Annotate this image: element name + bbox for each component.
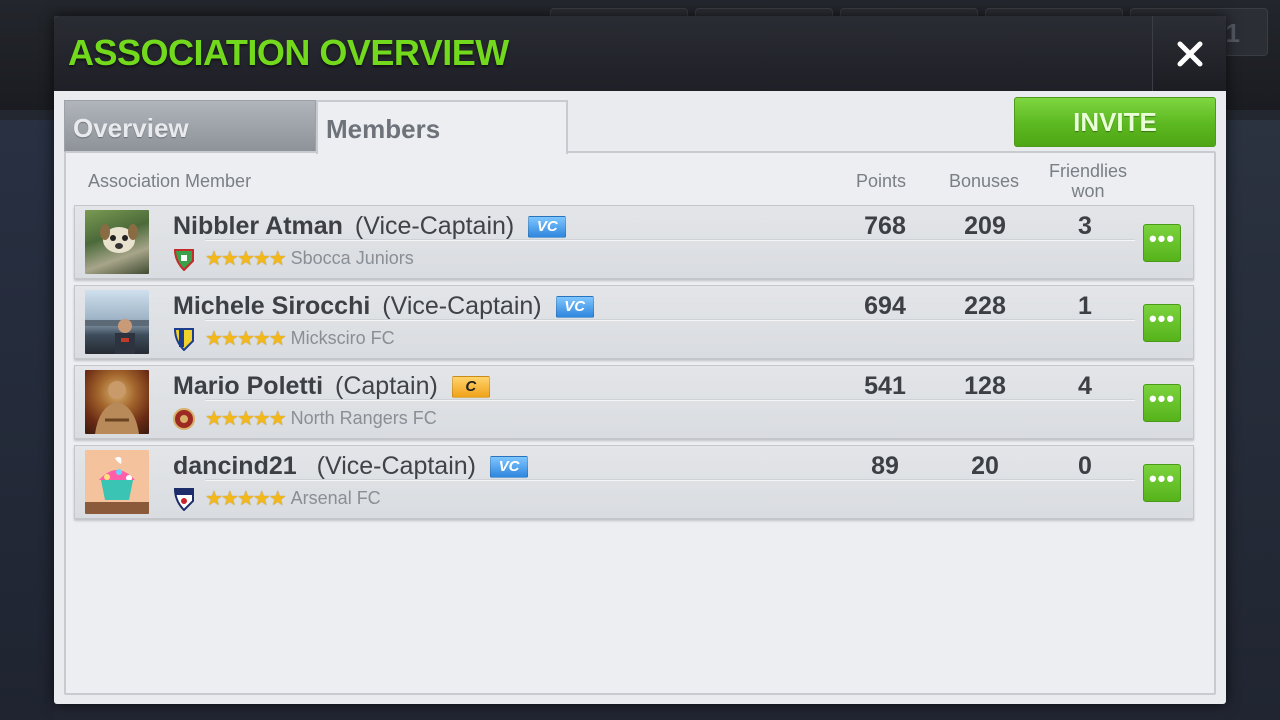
column-header-friendlies-line2: won bbox=[1071, 181, 1105, 201]
column-header-member: Association Member bbox=[88, 171, 252, 191]
friendlies-value: 1 bbox=[1078, 292, 1092, 320]
bonuses-value: 20 bbox=[971, 452, 999, 480]
member-row[interactable]: Michele Sirocchi (Vice-Captain) VC ★★★★★… bbox=[74, 285, 1194, 359]
club-name: Sbocca Juniors bbox=[290, 248, 414, 268]
invite-button[interactable]: INVITE bbox=[1014, 97, 1216, 147]
background-counter: 1 bbox=[1225, 18, 1240, 48]
close-button[interactable] bbox=[1152, 16, 1226, 91]
star-rating-icon: ★★★★★ bbox=[205, 408, 287, 430]
avatar[interactable] bbox=[85, 210, 149, 274]
bonuses-value: 228 bbox=[964, 292, 1006, 320]
points-value: 768 bbox=[864, 212, 906, 240]
member-role: (Captain) bbox=[335, 372, 438, 400]
star-rating-icon: ★★★★★ bbox=[205, 488, 287, 510]
modal-header: ASSOCIATION OVERVIEW bbox=[54, 16, 1226, 91]
more-options-button[interactable]: ••• bbox=[1143, 224, 1181, 262]
tab-overview[interactable]: Overview bbox=[64, 100, 316, 152]
club-crest-icon bbox=[173, 327, 194, 351]
points-value: 89 bbox=[871, 452, 899, 480]
star-rating-icon: ★★★★★ bbox=[205, 328, 287, 350]
modal-title: ASSOCIATION OVERVIEW bbox=[68, 32, 509, 73]
more-options-button[interactable]: ••• bbox=[1143, 304, 1181, 342]
member-name[interactable]: Michele Sirocchi bbox=[173, 292, 370, 321]
avatar[interactable] bbox=[85, 290, 149, 354]
more-options-button[interactable]: ••• bbox=[1143, 384, 1181, 422]
club-name: Micksciro FC bbox=[290, 328, 395, 348]
members-panel: Association Member Points Bonuses Friend… bbox=[64, 151, 1216, 695]
member-row[interactable]: dancind21 (Vice-Captain) VC ★★★★★ Arsena… bbox=[74, 445, 1194, 519]
association-overview-modal: ASSOCIATION OVERVIEW Overview Members IN… bbox=[54, 16, 1226, 704]
friendlies-value: 0 bbox=[1078, 452, 1092, 480]
member-role: (Vice-Captain) bbox=[354, 212, 515, 240]
member-name[interactable]: Mario Poletti bbox=[173, 372, 323, 401]
member-row[interactable]: Mario Poletti (Captain) C ★★★★★ North Ra… bbox=[74, 365, 1194, 439]
member-row[interactable]: Nibbler Atman (Vice-Captain) VC ★★★★★ Sb… bbox=[74, 205, 1194, 279]
member-role: (Vice-Captain) bbox=[316, 452, 476, 480]
column-header-friendlies: Friendlies won bbox=[1038, 161, 1138, 201]
avatar[interactable] bbox=[85, 450, 149, 514]
tab-bar: Overview Members bbox=[64, 100, 569, 154]
club-crest-icon bbox=[173, 248, 194, 271]
vice-captain-badge: VC bbox=[528, 215, 567, 238]
member-name[interactable]: dancind21 bbox=[173, 452, 297, 481]
bonuses-value: 128 bbox=[964, 372, 1006, 400]
column-header-friendlies-line1: Friendlies bbox=[1048, 161, 1128, 181]
captain-badge: C bbox=[451, 375, 490, 398]
vice-captain-badge: VC bbox=[555, 295, 594, 318]
background-panel-right bbox=[1225, 120, 1280, 720]
points-value: 694 bbox=[864, 292, 906, 320]
friendlies-value: 4 bbox=[1078, 372, 1092, 400]
member-role: (Vice-Captain) bbox=[382, 292, 542, 320]
points-value: 541 bbox=[864, 372, 906, 400]
member-name[interactable]: Nibbler Atman bbox=[173, 212, 343, 241]
column-header-points: Points bbox=[855, 171, 907, 191]
tab-members[interactable]: Members bbox=[316, 100, 568, 154]
bonuses-value: 209 bbox=[964, 212, 1006, 240]
avatar[interactable] bbox=[85, 370, 149, 434]
close-icon bbox=[1177, 41, 1202, 66]
members-list: Nibbler Atman (Vice-Captain) VC ★★★★★ Sb… bbox=[74, 205, 1196, 525]
club-name: North Rangers FC bbox=[290, 408, 437, 428]
more-options-button[interactable]: ••• bbox=[1143, 464, 1181, 502]
vice-captain-badge: VC bbox=[489, 455, 528, 478]
club-name: Arsenal FC bbox=[290, 488, 381, 508]
background-panel-left bbox=[0, 120, 55, 720]
friendlies-value: 3 bbox=[1078, 212, 1092, 240]
club-crest-icon bbox=[173, 487, 194, 511]
star-rating-icon: ★★★★★ bbox=[205, 248, 287, 270]
club-crest-icon bbox=[173, 407, 195, 430]
column-header-bonuses: Bonuses bbox=[948, 171, 1020, 191]
